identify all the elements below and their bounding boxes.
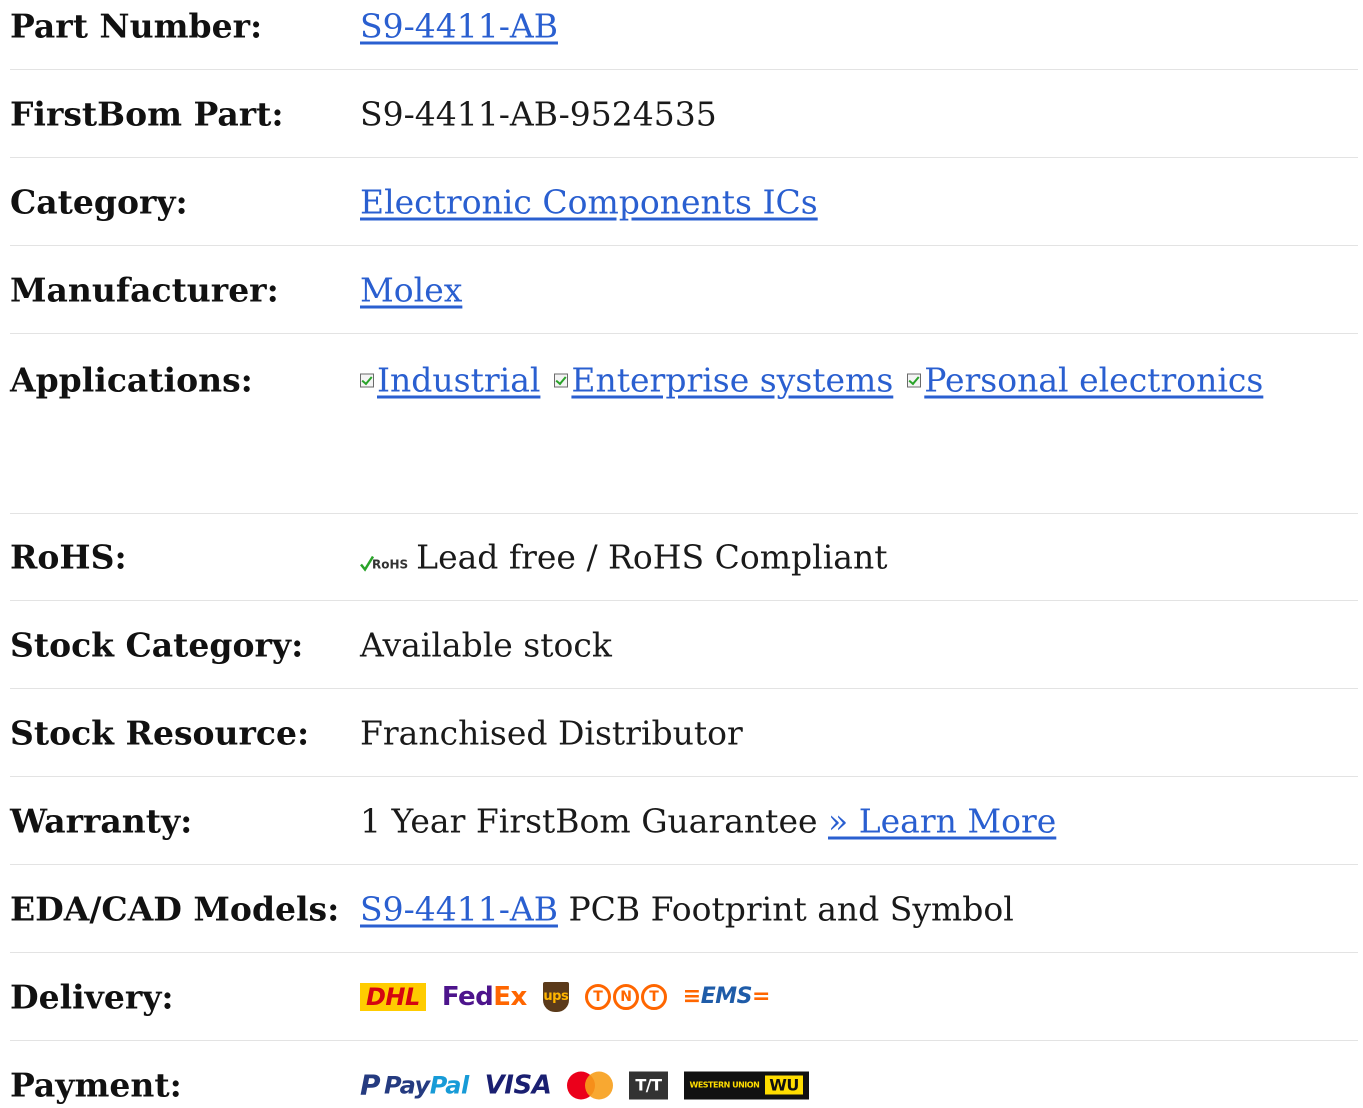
checkbox-icon [360, 373, 374, 387]
eda-cad-label: EDA/CAD Models: [10, 889, 340, 928]
applications-label: Applications: [10, 360, 253, 400]
row-stock-resource: Stock Resource: Franchised Distributor [10, 689, 1358, 777]
payment-label: Payment: [10, 1065, 182, 1105]
category-label: Category: [10, 182, 188, 221]
stock-category-value: Available stock [360, 625, 612, 664]
row-part-number: Part Number: S9-4411-AB [10, 0, 1358, 70]
firstbom-part-label: FirstBom Part: [10, 94, 284, 133]
row-delivery: Delivery: DHL Fed Ex ups TNT ≡ EMS = [10, 953, 1358, 1041]
row-firstbom-part: FirstBom Part: S9-4411-AB-9524535 [10, 70, 1358, 158]
stock-resource-value: Franchised Distributor [360, 713, 743, 752]
visa-logo-icon: VISA [484, 1070, 552, 1100]
application-item: Industrial [360, 361, 540, 400]
row-eda-cad: EDA/CAD Models: S9-4411-AB PCB Footprint… [10, 865, 1358, 953]
manufacturer-link[interactable]: Molex [360, 270, 462, 309]
part-number-link[interactable]: S9-4411-AB [360, 6, 558, 45]
product-details: Part Number: S9-4411-AB FirstBom Part: S… [0, 0, 1363, 1108]
western-union-logo-icon: WESTERN UNION WU [683, 1071, 809, 1099]
part-number-label: Part Number: [10, 6, 263, 45]
ups-logo-icon: ups [542, 981, 569, 1012]
fedex-logo-icon: Fed Ex [441, 981, 527, 1012]
payment-logos: P Pay Pal VISA T/T WESTERN UNION WU [360, 1069, 825, 1102]
ems-logo-icon: ≡ EMS = [682, 984, 771, 1009]
row-manufacturer: Manufacturer: Molex [10, 246, 1358, 334]
row-stock-category: Stock Category: Available stock [10, 601, 1358, 689]
row-warranty: Warranty: 1 Year FirstBom Guarantee » Le… [10, 777, 1358, 865]
warranty-label: Warranty: [10, 801, 193, 840]
stock-category-label: Stock Category: [10, 625, 304, 664]
application-item: Personal electronics [907, 361, 1263, 400]
application-item: Enterprise systems [554, 361, 893, 400]
rohs-value-group: RoHS Lead free / RoHS Compliant [360, 537, 887, 576]
stock-resource-label: Stock Resource: [10, 713, 310, 752]
row-applications: Applications: Industrial Enterprise syst… [10, 334, 1358, 514]
dhl-logo-icon: DHL [360, 982, 426, 1011]
application-industrial-link[interactable]: Industrial [377, 361, 540, 400]
row-payment: Payment: P Pay Pal VISA T/T WESTERN UNION W… [10, 1041, 1358, 1108]
eda-cad-part-link[interactable]: S9-4411-AB [360, 889, 558, 928]
category-link[interactable]: Electronic Components ICs [360, 182, 818, 221]
manufacturer-label: Manufacturer: [10, 270, 279, 309]
warranty-value-group: 1 Year FirstBom Guarantee » Learn More [360, 801, 1056, 840]
paypal-logo-icon: P Pay Pal [360, 1068, 469, 1102]
applications-list: Industrial Enterprise systems Personal e… [360, 361, 1277, 400]
warranty-value: 1 Year FirstBom Guarantee [360, 801, 818, 840]
row-category: Category: Electronic Components ICs [10, 158, 1358, 246]
rohs-label: RoHS: [10, 537, 127, 576]
tt-logo-icon: T/T [629, 1071, 668, 1099]
row-rohs: RoHS: RoHS Lead free / RoHS Compliant [10, 513, 1358, 601]
application-enterprise-link[interactable]: Enterprise systems [571, 361, 893, 400]
learn-more-link[interactable]: » Learn More [828, 801, 1056, 840]
rohs-value: Lead free / RoHS Compliant [416, 537, 888, 576]
delivery-logos: DHL Fed Ex ups TNT ≡ EMS = [360, 981, 786, 1012]
checkbox-icon [907, 373, 922, 387]
checkbox-icon [554, 373, 569, 387]
firstbom-part-value: S9-4411-AB-9524535 [360, 94, 717, 133]
rohs-logo-icon: RoHS [360, 542, 408, 572]
eda-cad-value: PCB Footprint and Symbol [568, 889, 1014, 928]
tnt-logo-icon: TNT [584, 983, 667, 1010]
delivery-label: Delivery: [10, 977, 174, 1016]
application-personal-link[interactable]: Personal electronics [924, 361, 1263, 400]
mastercard-logo-icon [567, 1071, 614, 1099]
eda-cad-value-group: S9-4411-AB PCB Footprint and Symbol [360, 889, 1014, 928]
